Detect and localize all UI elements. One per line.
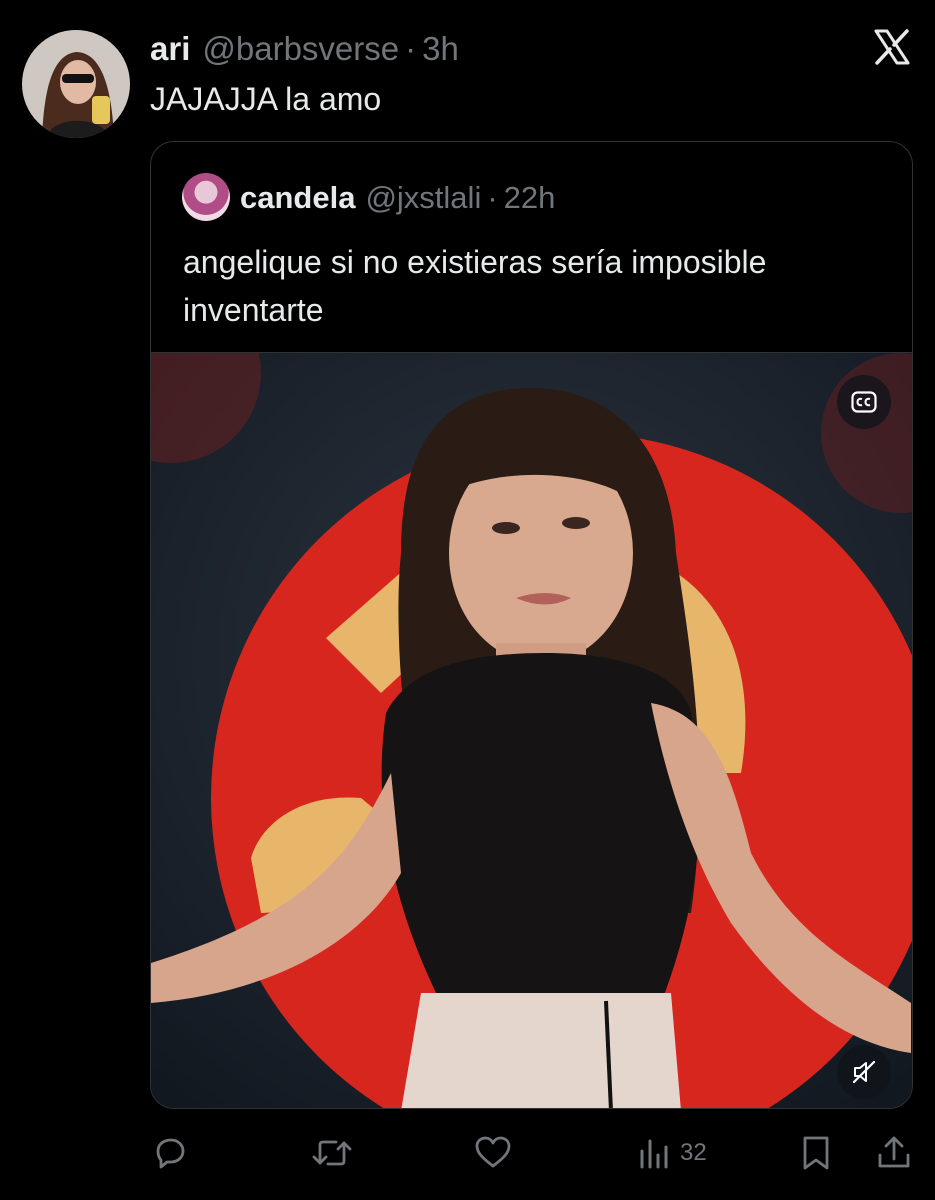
- author-name[interactable]: ari: [150, 30, 190, 68]
- retweet-button[interactable]: [310, 1125, 354, 1181]
- quoted-author-avatar[interactable]: [182, 173, 230, 221]
- separator-dot: ·: [405, 30, 417, 67]
- quoted-tweet-time[interactable]: 22h: [504, 179, 556, 217]
- tweet-actions: 32: [150, 1125, 913, 1185]
- speaker-muted-icon: [852, 1060, 876, 1084]
- tweet-text: JAJAJJA la amo: [150, 81, 382, 117]
- retweet-icon: [312, 1140, 352, 1166]
- mute-button[interactable]: [837, 1045, 891, 1099]
- quoted-tweet-header: candela @jxstlali · 22h: [240, 179, 555, 217]
- author-handle[interactable]: @barbsverse: [202, 30, 399, 68]
- video-player[interactable]: [151, 352, 912, 1108]
- views-icon: [640, 1139, 668, 1169]
- reply-button[interactable]: [150, 1125, 190, 1181]
- heart-icon: [475, 1136, 511, 1168]
- cc-icon: [851, 391, 877, 413]
- x-logo-icon[interactable]: [872, 27, 912, 67]
- quoted-tweet[interactable]: candela @jxstlali · 22h angelique si no …: [150, 141, 913, 1109]
- captions-button[interactable]: [837, 375, 891, 429]
- quoted-tweet-text: angelique si no existieras sería imposib…: [183, 244, 767, 328]
- views-button[interactable]: 32: [638, 1125, 707, 1181]
- author-avatar[interactable]: [22, 30, 130, 138]
- tweet-header: ari @barbsverse · 3h: [150, 30, 459, 70]
- quoted-author-name[interactable]: candela: [240, 179, 355, 217]
- share-button[interactable]: [874, 1125, 914, 1181]
- share-icon: [878, 1136, 910, 1168]
- quoted-author-handle[interactable]: @jxstlali: [365, 179, 481, 217]
- reply-icon: [156, 1138, 185, 1169]
- bookmark-button[interactable]: [796, 1125, 836, 1181]
- quoted-separator-dot: ·: [487, 180, 498, 215]
- views-count: 32: [680, 1139, 707, 1166]
- like-button[interactable]: [473, 1125, 513, 1181]
- tweet-time[interactable]: 3h: [422, 30, 459, 68]
- video-frame: [151, 353, 912, 1108]
- bookmark-icon: [803, 1136, 829, 1170]
